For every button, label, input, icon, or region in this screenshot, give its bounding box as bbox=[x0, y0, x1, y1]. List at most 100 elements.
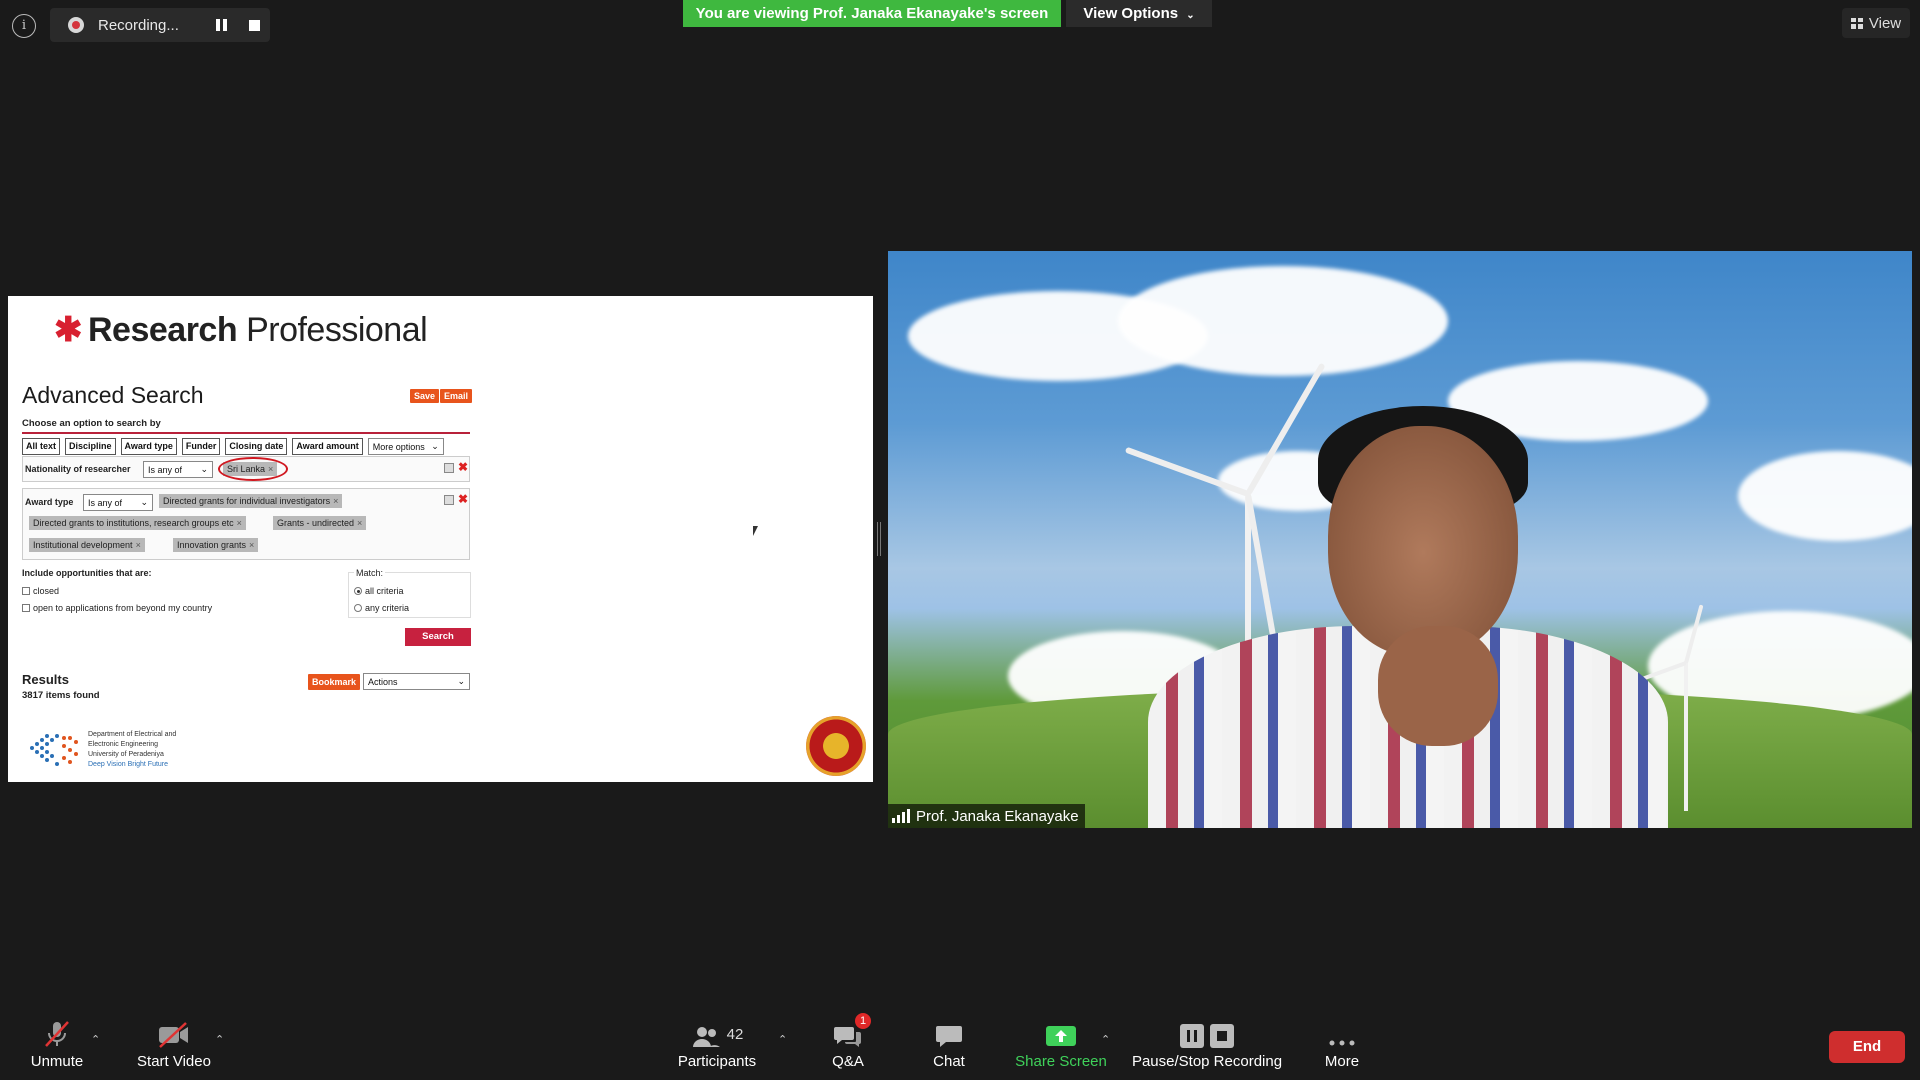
unmute-button[interactable]: Unmute bbox=[24, 1015, 90, 1080]
tag-award[interactable]: Institutional development × bbox=[29, 538, 145, 552]
award-operator-select[interactable]: Is any of ⌄ bbox=[83, 494, 153, 511]
chat-button[interactable]: Chat bbox=[929, 1015, 969, 1080]
more-options-select[interactable]: More options ⌄ bbox=[367, 438, 444, 455]
option-award-type[interactable]: Award type bbox=[120, 438, 177, 455]
radio-selected-icon[interactable] bbox=[354, 587, 362, 595]
all-criteria-radio[interactable]: all criteria bbox=[354, 586, 404, 596]
any-criteria-radio[interactable]: any criteria bbox=[354, 603, 409, 613]
option-funder[interactable]: Funder bbox=[181, 438, 221, 455]
start-video-label: Start Video bbox=[137, 1053, 211, 1070]
share-screen-label: Share Screen bbox=[1015, 1053, 1107, 1070]
chevron-down-icon: ⌄ bbox=[140, 497, 148, 507]
view-options-button[interactable]: View Options ⌄ bbox=[1066, 0, 1212, 27]
bookmark-button[interactable]: Bookmark bbox=[308, 674, 361, 690]
share-screen-button[interactable]: Share Screen bbox=[1014, 1015, 1108, 1080]
chevron-down-icon: ⌄ bbox=[431, 441, 439, 451]
brand-light-text: Professional bbox=[246, 311, 428, 349]
pause-stop-recording-button[interactable]: Pause/Stop Recording bbox=[1132, 1015, 1282, 1080]
pause-stop-label: Pause/Stop Recording bbox=[1131, 1053, 1283, 1070]
more-options-label: More options bbox=[372, 441, 425, 452]
nationality-operator-select[interactable]: Is any of ⌄ bbox=[143, 461, 213, 478]
dept-line: Department of Electrical and bbox=[88, 731, 177, 738]
audio-options-chevron-icon[interactable]: ⌃ bbox=[91, 1033, 101, 1046]
checkbox-icon[interactable] bbox=[22, 587, 30, 595]
face bbox=[1328, 426, 1518, 656]
save-criteria-icon[interactable] bbox=[444, 463, 454, 473]
shared-screen[interactable]: ✱ Research Professional Advanced Search S… bbox=[8, 296, 873, 782]
grid-view-icon bbox=[1850, 17, 1863, 29]
participants-label: Participants bbox=[677, 1053, 757, 1070]
view-label: View bbox=[1868, 14, 1902, 32]
pause-recording-icon[interactable] bbox=[216, 19, 228, 31]
search-button[interactable]: Search bbox=[405, 628, 471, 646]
save-button[interactable]: Save bbox=[410, 389, 440, 403]
unmute-label: Unmute bbox=[30, 1053, 84, 1070]
option-discipline[interactable]: Discipline bbox=[65, 438, 116, 455]
tag-label: Directed grants to institutions, researc… bbox=[33, 518, 234, 528]
tag-award[interactable]: Grants - undirected × bbox=[273, 516, 367, 530]
search-option-row: All text Discipline Award type Funder Cl… bbox=[22, 438, 444, 455]
stop-recording-icon[interactable] bbox=[249, 20, 260, 31]
more-dots-icon bbox=[1327, 1015, 1357, 1053]
option-award-amount[interactable]: Award amount bbox=[292, 438, 363, 455]
asterisk-logo-icon: ✱ bbox=[54, 311, 83, 349]
signal-strength-icon bbox=[892, 809, 910, 823]
delete-criteria-icon[interactable]: ✖ bbox=[458, 492, 468, 506]
participant-video[interactable]: Prof. Janaka Ekanayake bbox=[888, 251, 1912, 828]
mouse-cursor-icon bbox=[753, 526, 758, 536]
tag-award[interactable]: Directed grants to institutions, researc… bbox=[29, 516, 246, 530]
nationality-criteria-panel: Nationality of researcher Is any of ⌄ Sri… bbox=[22, 456, 470, 482]
info-icon[interactable]: i bbox=[12, 14, 36, 38]
delete-criteria-icon[interactable]: ✖ bbox=[458, 460, 468, 474]
dept-line: Deep Vision Bright Future bbox=[88, 761, 169, 768]
nationality-label: Nationality of researcher bbox=[25, 464, 131, 474]
open-beyond-country-checkbox[interactable]: open to applications from beyond my coun… bbox=[22, 603, 212, 613]
wind-turbine bbox=[1684, 661, 1688, 811]
remove-tag-icon[interactable]: × bbox=[249, 540, 254, 550]
email-button[interactable]: Email bbox=[440, 389, 473, 403]
radio-icon[interactable] bbox=[354, 604, 362, 612]
view-options-label: View Options bbox=[1083, 5, 1179, 22]
department-logo bbox=[30, 734, 78, 766]
award-type-label: Award type bbox=[25, 497, 74, 507]
match-title: Match: bbox=[354, 568, 386, 578]
remove-tag-icon[interactable]: × bbox=[333, 496, 338, 506]
resize-handle[interactable] bbox=[877, 522, 881, 556]
chevron-down-icon: ⌄ bbox=[200, 464, 208, 474]
option-all-text[interactable]: All text bbox=[22, 438, 61, 455]
participants-button[interactable]: 42 Participants bbox=[676, 1015, 758, 1080]
recording-label: Recording... bbox=[98, 16, 179, 34]
view-button[interactable]: View bbox=[1842, 8, 1910, 38]
qa-button[interactable]: 1 Q&A bbox=[826, 1013, 871, 1080]
tag-award[interactable]: Directed grants for individual investiga… bbox=[159, 494, 343, 508]
results-count: 3817 items found bbox=[22, 690, 100, 701]
end-meeting-button[interactable]: End bbox=[1829, 1031, 1905, 1063]
recording-dot-icon bbox=[68, 17, 84, 33]
tag-label: Directed grants for individual investiga… bbox=[163, 496, 331, 506]
more-label: More bbox=[1324, 1053, 1360, 1070]
participants-chevron-icon[interactable]: ⌃ bbox=[778, 1033, 788, 1046]
share-options-chevron-icon[interactable]: ⌃ bbox=[1101, 1033, 1111, 1046]
video-options-chevron-icon[interactable]: ⌃ bbox=[215, 1033, 225, 1046]
remove-tag-icon[interactable]: × bbox=[237, 518, 242, 528]
checkbox-icon[interactable] bbox=[22, 604, 30, 612]
closed-checkbox[interactable]: closed bbox=[22, 586, 59, 596]
remove-tag-icon[interactable]: × bbox=[357, 518, 362, 528]
more-button[interactable]: More bbox=[1320, 1015, 1364, 1080]
closed-label: closed bbox=[33, 586, 60, 596]
save-criteria-icon[interactable] bbox=[444, 495, 454, 505]
option-closing-date[interactable]: Closing date bbox=[225, 438, 288, 455]
participants-icon bbox=[692, 1027, 720, 1047]
tag-award[interactable]: Innovation grants × bbox=[173, 538, 259, 552]
start-video-button[interactable]: Start Video bbox=[134, 1015, 214, 1080]
dept-line: Electronic Engineering bbox=[88, 741, 159, 748]
divider bbox=[22, 432, 470, 434]
participant-name: Prof. Janaka Ekanayake bbox=[916, 807, 1079, 825]
video-off-icon bbox=[157, 1015, 191, 1053]
actions-label: Actions bbox=[368, 676, 398, 687]
dept-line: University of Peradeniya bbox=[88, 751, 164, 758]
microphone-muted-icon bbox=[42, 1015, 72, 1053]
qa-icon-wrap: 1 bbox=[833, 1013, 871, 1053]
remove-tag-icon[interactable]: × bbox=[136, 540, 141, 550]
actions-select[interactable]: Actions ⌄ bbox=[363, 673, 470, 690]
